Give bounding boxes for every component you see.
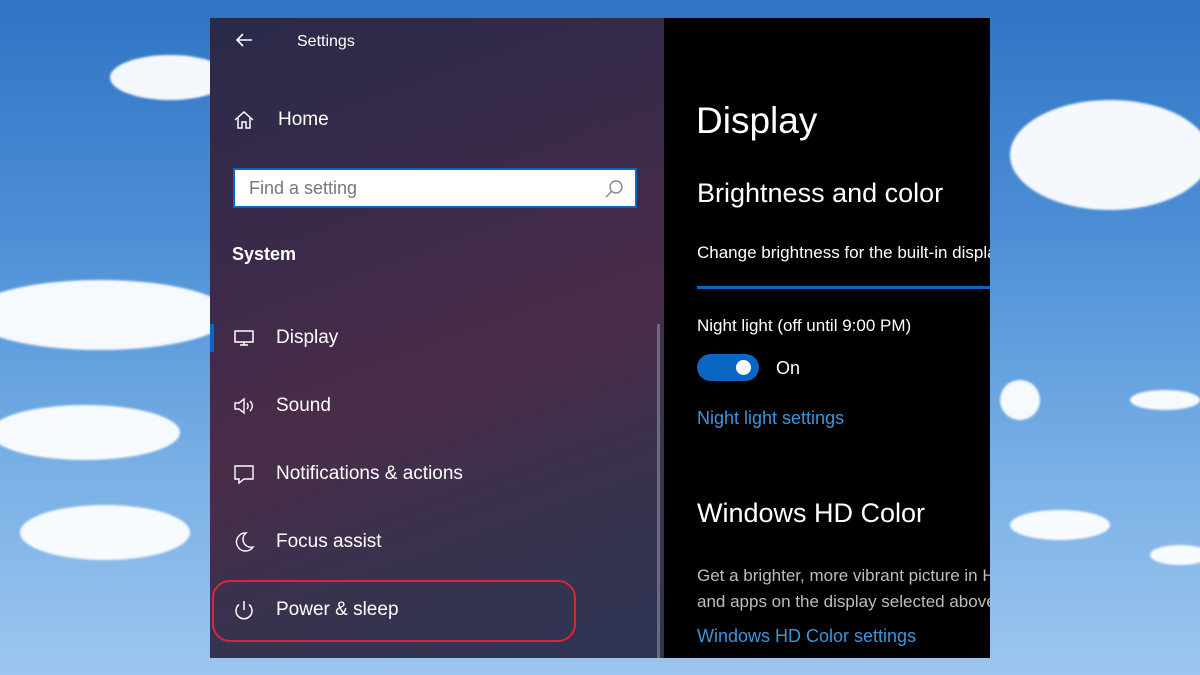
hd-color-heading: Windows HD Color (697, 498, 926, 528)
cloud (0, 280, 230, 350)
search-input[interactable] (235, 170, 623, 206)
sidebar-item-notifications[interactable]: Notifications & actions (210, 446, 650, 502)
night-light-settings-link[interactable]: Night light settings (697, 408, 844, 429)
sidebar-item-label: Focus assist (276, 531, 382, 552)
cloud (0, 405, 180, 460)
app-title: Settings (297, 33, 355, 50)
monitor-icon (232, 326, 256, 350)
sidebar-item-label: Sound (276, 395, 331, 416)
sidebar-item-focus-assist[interactable]: Focus assist (210, 514, 650, 570)
back-arrow-icon (235, 33, 252, 47)
night-light-state: On (776, 358, 801, 378)
sidebar: Settings Home System Display (210, 18, 664, 658)
cloud (1010, 100, 1200, 210)
content-pane: Display Brightness and color Change brig… (664, 18, 990, 658)
title-bar: Settings (210, 18, 664, 64)
sidebar-scrollbar[interactable] (657, 324, 660, 658)
page-title: Display (696, 100, 818, 141)
brightness-label: Change brightness for the built-in displ… (697, 243, 990, 262)
message-icon (232, 462, 256, 486)
search-box (233, 168, 637, 208)
home-nav-item[interactable]: Home (232, 108, 329, 132)
cloud (1150, 545, 1200, 565)
home-label: Home (278, 109, 329, 130)
night-light-label: Night light (off until 9:00 PM) (697, 316, 912, 335)
hd-color-description: Get a brighter, more vibrant picture in … (697, 566, 990, 585)
moon-icon (232, 530, 256, 554)
settings-window: Settings Home System Display (210, 18, 990, 658)
sidebar-item-label: Notifications & actions (276, 463, 463, 484)
home-icon (234, 110, 254, 129)
hd-color-settings-link[interactable]: Windows HD Color settings (697, 626, 916, 647)
cloud (1130, 390, 1200, 410)
back-button[interactable] (232, 28, 256, 52)
sidebar-item-display[interactable]: Display (210, 310, 650, 366)
search-icon[interactable] (603, 178, 625, 205)
speaker-icon (232, 394, 256, 418)
cloud (1000, 380, 1040, 420)
cloud (1010, 510, 1110, 540)
section-heading: System (232, 244, 297, 264)
toggle-knob (736, 360, 751, 375)
hd-color-description: and apps on the display selected above. (697, 592, 990, 611)
cloud (20, 505, 190, 560)
brightness-slider[interactable] (697, 286, 990, 289)
sidebar-item-label: Display (276, 327, 339, 348)
sidebar-item-sound[interactable]: Sound (210, 378, 650, 434)
brightness-heading: Brightness and color (697, 178, 944, 208)
night-light-toggle[interactable] (697, 354, 759, 381)
highlight-ring (212, 580, 576, 642)
